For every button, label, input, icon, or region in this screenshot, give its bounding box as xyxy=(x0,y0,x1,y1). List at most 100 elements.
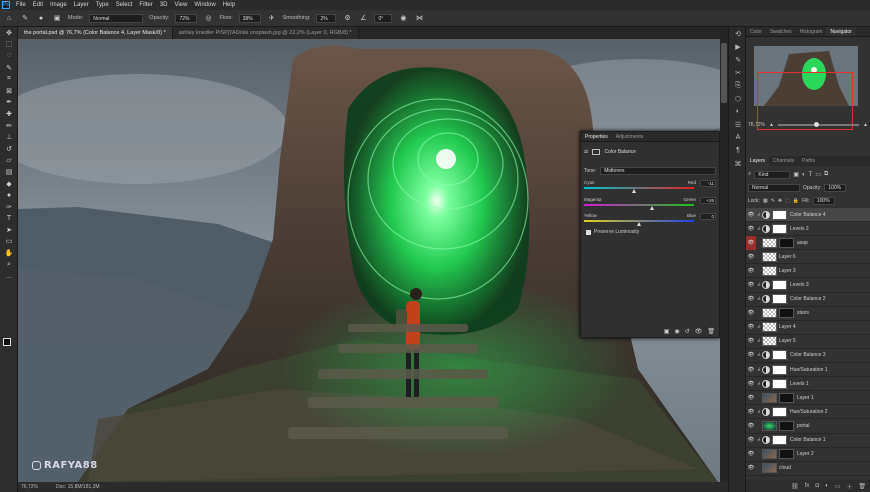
slider-track[interactable] xyxy=(584,204,694,206)
menu-select[interactable]: Select xyxy=(116,2,133,8)
layer-mask-thumbnail[interactable] xyxy=(779,392,794,403)
filter-type-icon[interactable]: T xyxy=(809,172,813,178)
menu-window[interactable]: Window xyxy=(194,2,215,8)
layer-thumbnail[interactable] xyxy=(762,463,777,474)
layer-row[interactable]: 👁 ↲ Levels 3 xyxy=(746,278,870,293)
lock-move-icon[interactable]: ✥ xyxy=(778,198,782,204)
3d-icon[interactable]: ⬡ xyxy=(729,92,747,105)
tab-adjustments[interactable]: Adjustments xyxy=(612,134,648,140)
zoom-readout[interactable]: 76,72% xyxy=(21,484,38,490)
paragraph-icon[interactable]: ¶ xyxy=(729,144,747,157)
visibility-eye-icon[interactable]: 👁 xyxy=(746,423,756,429)
view-previous-icon[interactable]: ◉ xyxy=(674,328,679,335)
link-layers-icon[interactable]: ⛓ xyxy=(791,483,799,490)
home-icon[interactable]: ⌂ xyxy=(4,13,14,23)
tab-channels[interactable]: Channels xyxy=(769,156,798,166)
layer-mask-thumbnail[interactable] xyxy=(772,378,787,389)
filter-pixel-icon[interactable]: ▣ xyxy=(793,171,799,178)
layer-row[interactable]: 👁 ↲ Levels 1 xyxy=(746,377,870,392)
blend-mode-select[interactable]: Normal xyxy=(748,183,800,192)
trash-icon[interactable]: 🗑 xyxy=(858,483,866,490)
new-layer-icon[interactable]: ＋ xyxy=(846,482,852,491)
layer-row[interactable]: 👁 ↲ Hue/Saturation 1 xyxy=(746,363,870,378)
layer-mask-thumbnail[interactable] xyxy=(772,223,787,234)
layer-mask-thumbnail[interactable] xyxy=(772,294,787,305)
visibility-eye-icon[interactable]: 👁 xyxy=(746,212,756,218)
layer-mask-thumbnail[interactable] xyxy=(779,449,794,460)
visibility-eye-icon[interactable]: 👁 xyxy=(746,367,756,373)
layer-name[interactable]: asap xyxy=(797,240,808,246)
layer-mask-thumbnail[interactable] xyxy=(772,280,787,291)
mask-icon[interactable] xyxy=(592,149,601,155)
layer-name[interactable]: Color Balance 2 xyxy=(790,296,826,302)
layer-row[interactable]: 👁 ↲ Layer 5 xyxy=(746,335,870,349)
character-icon[interactable]: A xyxy=(729,131,747,144)
layer-row[interactable]: 👁 ↲ Color Balance 1 xyxy=(746,434,870,448)
airbrush-icon[interactable]: ✈ xyxy=(267,13,277,23)
zoom-slider[interactable] xyxy=(777,121,860,127)
layer-name[interactable]: Hue/Saturation 2 xyxy=(790,409,828,415)
foreground-color-swatch[interactable] xyxy=(3,338,11,346)
eyedropper-tool-icon[interactable]: ✒ xyxy=(0,97,18,109)
slider-value-field[interactable]: +26 xyxy=(700,197,716,204)
slider-knob[interactable] xyxy=(637,222,641,226)
visibility-eye-icon[interactable]: 👁 xyxy=(746,235,756,250)
navigator-zoom-value[interactable]: 76,72% xyxy=(748,122,765,128)
blur-tool-icon[interactable]: ◆ xyxy=(0,178,18,190)
smoothing-field[interactable]: 2% xyxy=(316,13,337,23)
preserve-luminosity-checkbox[interactable] xyxy=(586,229,591,235)
visibility-eye-icon[interactable]: 👁 xyxy=(746,324,756,330)
history-brush-icon[interactable]: ↺ xyxy=(0,143,18,155)
more-tools-icon[interactable]: … xyxy=(0,270,18,282)
brush-tool-icon-side[interactable]: ✏ xyxy=(0,120,18,132)
layer-mask-thumbnail[interactable] xyxy=(772,209,787,220)
new-group-icon[interactable]: ▭ xyxy=(835,483,841,490)
eraser-tool-icon[interactable]: ▱ xyxy=(0,155,18,167)
canvas-scrollbar[interactable] xyxy=(720,39,728,482)
layer-name[interactable]: portal xyxy=(797,423,810,429)
layer-mask-thumbnail[interactable] xyxy=(772,364,787,375)
healing-tool-icon[interactable]: ✚ xyxy=(0,108,18,120)
clone-source-icon[interactable]: ⎘ xyxy=(729,79,747,92)
menu-type[interactable]: Type xyxy=(96,2,109,8)
layer-row[interactable]: 👁 ↲ Color Balance 3 xyxy=(746,349,870,364)
hand-tool-icon[interactable]: ✋ xyxy=(0,247,18,259)
lock-artboard-icon[interactable]: ⬚ xyxy=(785,198,790,204)
pressure-size-icon[interactable]: ◉ xyxy=(398,13,408,23)
visibility-eye-icon[interactable]: 👁 xyxy=(746,268,756,274)
visibility-eye-icon[interactable]: 👁 xyxy=(746,254,756,260)
menu-view[interactable]: View xyxy=(174,2,187,8)
layer-thumbnail[interactable] xyxy=(762,265,777,276)
tab-histogram[interactable]: Histogram xyxy=(796,27,827,36)
layer-name[interactable]: stairs xyxy=(797,310,809,316)
visibility-eye-icon[interactable]: 👁 xyxy=(746,226,756,232)
visibility-eye-icon[interactable]: 👁 xyxy=(746,310,756,316)
glyphs-icon[interactable]: ⌘ xyxy=(729,157,747,170)
layer-name[interactable]: Layer 4 xyxy=(779,324,796,330)
lock-all-icon[interactable]: 🔒 xyxy=(793,198,799,204)
layer-mask-thumbnail[interactable] xyxy=(772,406,787,417)
layer-row[interactable]: 👁 Layer 6 xyxy=(746,250,870,265)
brush-preset-icon[interactable]: ● xyxy=(36,13,46,23)
zoom-out-icon[interactable]: ▲ xyxy=(769,122,774,128)
new-adjustment-icon[interactable]: ◐ xyxy=(825,483,829,489)
scrollbar-thumb[interactable] xyxy=(721,43,727,103)
layer-row[interactable]: 👁 Layer 3 xyxy=(746,264,870,279)
layer-thumbnail[interactable] xyxy=(762,392,777,403)
visibility-eye-icon[interactable]: 👁 xyxy=(746,282,756,288)
properties-icon[interactable]: ☰ xyxy=(729,118,747,131)
fx-icon[interactable]: fx xyxy=(805,483,810,489)
layer-row[interactable]: 👁 cloud xyxy=(746,462,870,476)
menu-edit[interactable]: Edit xyxy=(33,2,43,8)
slider-knob[interactable] xyxy=(631,189,636,193)
shape-tool-icon[interactable]: ▭ xyxy=(0,236,18,248)
gradient-tool-icon[interactable]: ▤ xyxy=(0,166,18,178)
layer-name[interactable]: Color Balance 3 xyxy=(790,352,826,358)
fill-field[interactable]: 100% xyxy=(812,196,835,205)
zoom-in-icon[interactable]: ▲ xyxy=(863,122,868,128)
angle-icon[interactable]: ∠ xyxy=(358,13,368,23)
layer-row[interactable]: 👁 stairs xyxy=(746,307,870,321)
path-select-icon[interactable]: ➤ xyxy=(0,224,18,236)
visibility-eye-icon[interactable]: 👁 xyxy=(746,296,756,302)
layer-thumbnail[interactable] xyxy=(762,449,777,460)
